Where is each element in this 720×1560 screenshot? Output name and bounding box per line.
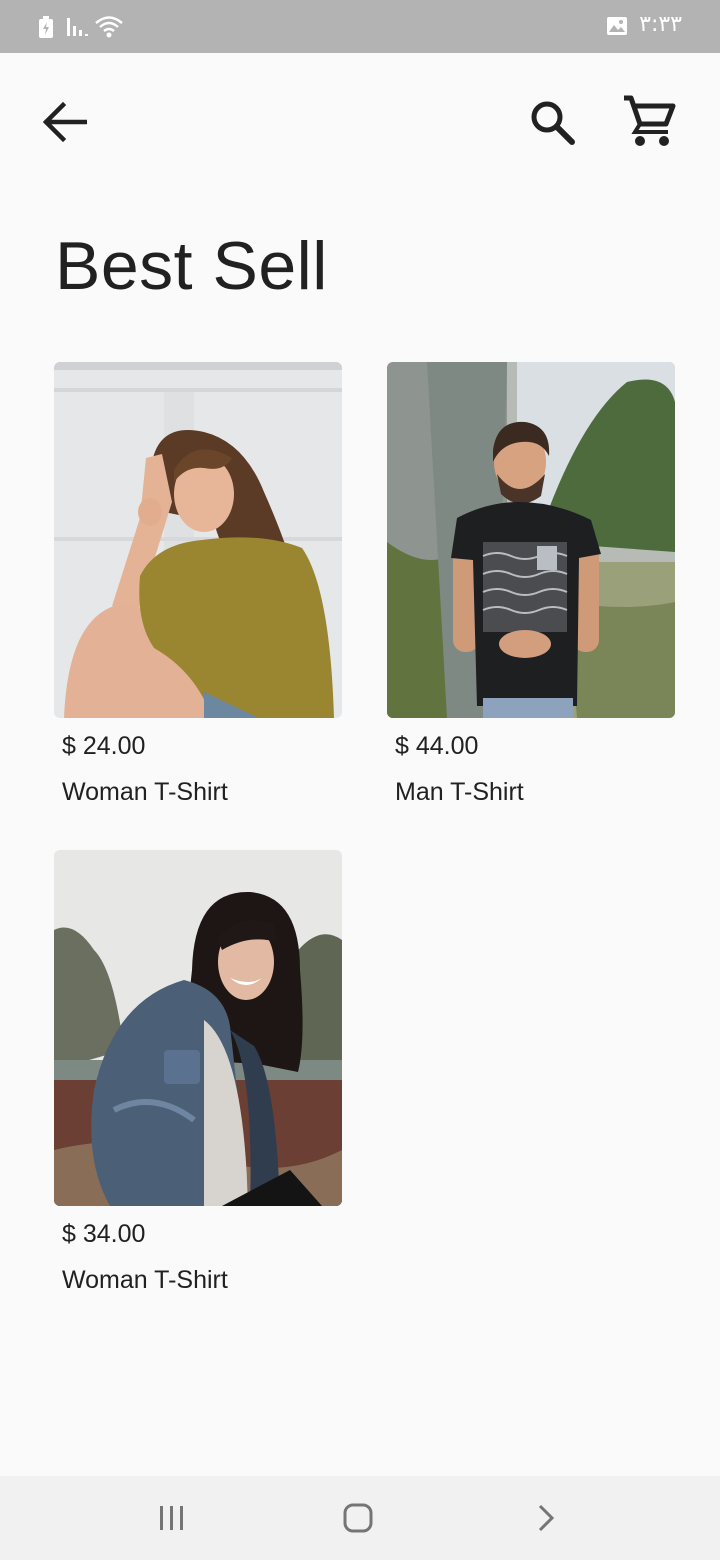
charging-battery-icon (39, 16, 53, 38)
back-nav-button[interactable] (516, 1490, 576, 1546)
back-button[interactable] (34, 92, 94, 152)
product-name: Woman T-Shirt (62, 778, 228, 806)
back-nav-icon (538, 1504, 555, 1532)
signal-icon (67, 18, 88, 36)
product-name: Woman T-Shirt (62, 1266, 228, 1294)
page-title: Best Sell (55, 228, 328, 304)
status-time: ۳:۳۳ (639, 12, 682, 37)
product-price: $ 24.00 (62, 732, 146, 760)
product-card[interactable]: $ 34.00 Woman T-Shirt (54, 850, 342, 1294)
cart-button[interactable] (618, 90, 680, 152)
search-icon (531, 101, 575, 145)
search-button[interactable] (522, 92, 582, 152)
gallery-notification-icon (607, 17, 627, 35)
product-card[interactable]: $ 24.00 Woman T-Shirt (54, 362, 342, 806)
product-name: Man T-Shirt (395, 778, 524, 806)
home-icon (343, 1503, 373, 1533)
arrow-back-icon (42, 101, 87, 143)
wifi-icon (95, 16, 123, 38)
product-image (54, 362, 342, 718)
product-price: $ 44.00 (395, 732, 479, 760)
product-image (387, 362, 675, 718)
recent-apps-icon (160, 1506, 183, 1530)
product-image (54, 850, 342, 1206)
recent-apps-button[interactable] (142, 1490, 202, 1546)
shopping-cart-icon (624, 95, 676, 146)
product-price: $ 34.00 (62, 1220, 146, 1248)
navigation-bar (0, 1476, 720, 1560)
product-card[interactable]: $ 44.00 Man T-Shirt (387, 362, 675, 806)
status-bar: ۳:۳۳ (0, 0, 720, 53)
home-button[interactable] (328, 1490, 388, 1546)
